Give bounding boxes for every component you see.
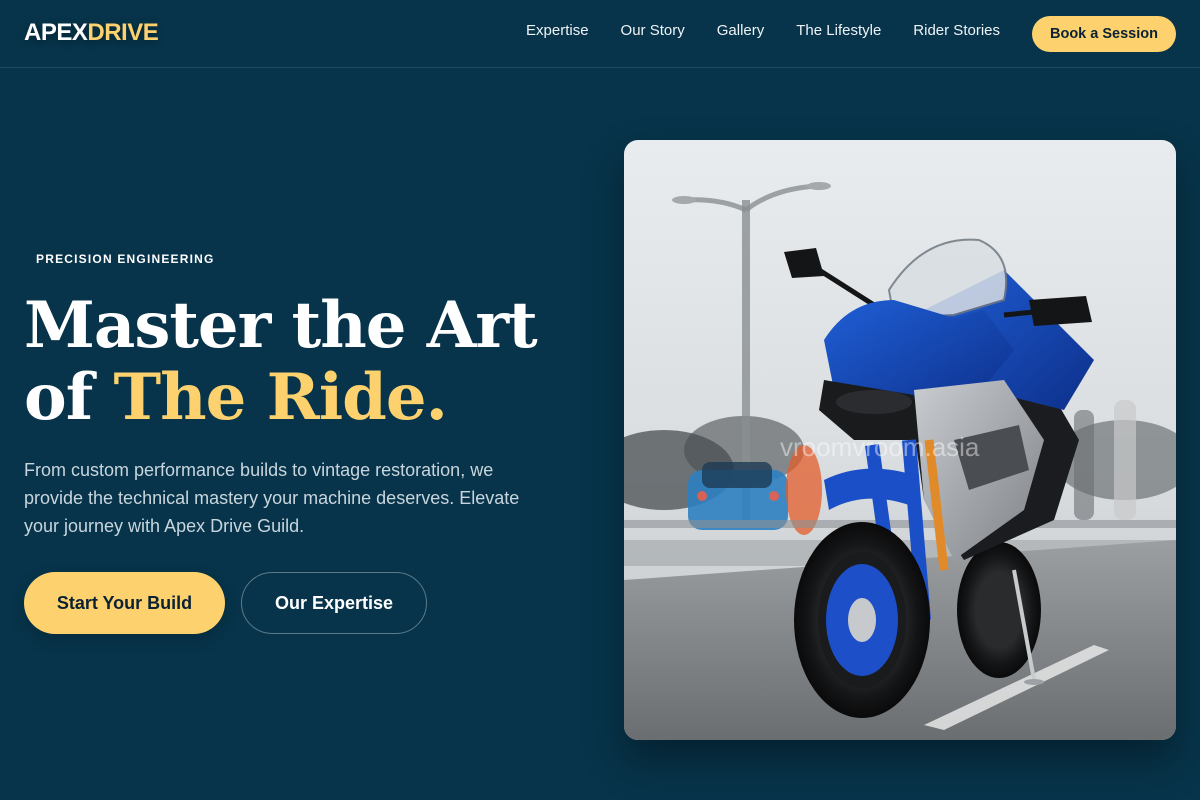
book-session-button[interactable]: Book a Session — [1032, 16, 1176, 52]
nav-link-gallery[interactable]: Gallery — [717, 22, 765, 39]
nav-link-rider-stories[interactable]: Rider Stories — [913, 22, 1000, 39]
hero-headline: Master the Art of The Ride. — [24, 290, 584, 434]
start-build-button[interactable]: Start Your Build — [24, 572, 225, 634]
hero-headline-line1: Master the Art — [24, 288, 538, 363]
hero-description: From custom performance builds to vintag… — [24, 460, 520, 536]
nav-link-our-story[interactable]: Our Story — [621, 22, 685, 39]
nav-link-the-lifestyle[interactable]: The Lifestyle — [796, 22, 881, 39]
hero-motorcycle-image: vroomvroom.asia — [624, 140, 1176, 740]
brand-logo-part1: APEX — [24, 19, 88, 46]
hero-eyebrow: PRECISION ENGINEERING — [36, 252, 215, 266]
brand-logo-part2: DRIVE — [87, 19, 159, 46]
image-watermark: vroomvroom.asia — [780, 432, 980, 462]
hero-headline-accent: The Ride. — [113, 360, 448, 435]
top-navigation: APEXDRIVE Expertise Our Story Gallery Th… — [0, 0, 1200, 68]
brand-logo[interactable]: APEXDRIVE — [24, 19, 159, 47]
our-expertise-button[interactable]: Our Expertise — [241, 572, 427, 634]
hero-headline-of: of — [24, 360, 114, 435]
nav-links: Expertise Our Story Gallery The Lifestyl… — [526, 22, 1000, 39]
nav-link-expertise[interactable]: Expertise — [526, 22, 589, 39]
